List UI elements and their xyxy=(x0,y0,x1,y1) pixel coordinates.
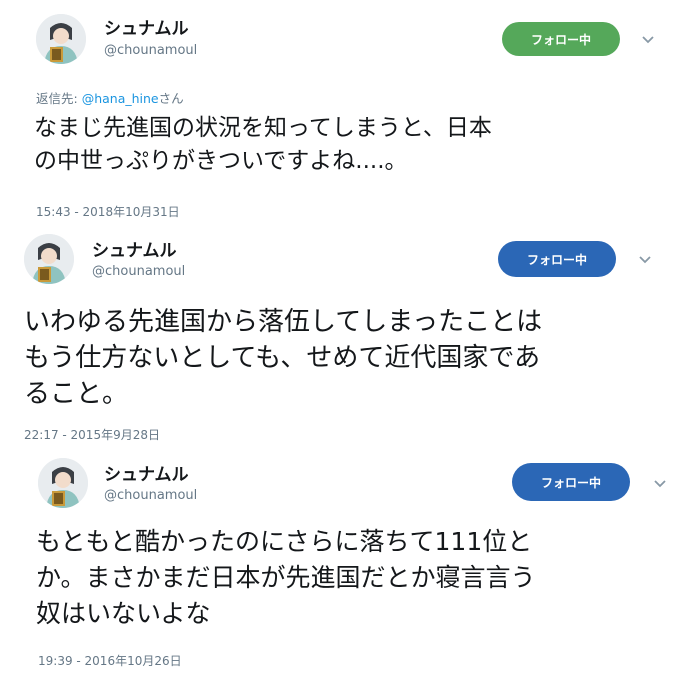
following-button[interactable]: フォロー中 xyxy=(502,22,620,56)
avatar-image xyxy=(38,458,88,508)
chevron-down-icon[interactable] xyxy=(652,475,668,491)
reply-to-suffix: さん xyxy=(158,91,184,106)
tweet-text: なまじ先進国の状況を知ってしまうと、日本 の中世っぷりがきついですよね....。 xyxy=(34,115,492,174)
tweet-2: シュナムル @chounamoul フォロー中 いわゆる先進国から落伍してしまっ… xyxy=(0,228,680,450)
tweet-timestamp[interactable]: 15:43 - 2018年10月31日 xyxy=(36,203,180,220)
avatar[interactable] xyxy=(36,14,86,64)
user-handle[interactable]: @chounamoul xyxy=(104,43,197,58)
avatar-image xyxy=(36,14,86,64)
tweet-timestamp[interactable]: 22:17 - 2015年9月28日 xyxy=(24,426,160,443)
tweet-timestamp[interactable]: 19:39 - 2016年10月26日 xyxy=(38,652,182,669)
avatar[interactable] xyxy=(38,458,88,508)
following-button[interactable]: フォロー中 xyxy=(512,463,630,501)
user-handle[interactable]: @chounamoul xyxy=(92,264,185,279)
avatar[interactable] xyxy=(24,234,74,284)
display-name[interactable]: シュナムル xyxy=(92,236,177,261)
following-button[interactable]: フォロー中 xyxy=(498,241,616,277)
user-handle[interactable]: @chounamoul xyxy=(104,488,197,503)
tweet-text: いわゆる先進国から落伍してしまったことは もう仕方ないとしても、せめて近代国家で… xyxy=(24,307,543,409)
avatar-image xyxy=(24,234,74,284)
reply-to: 返信先: @hana_hineさん xyxy=(36,88,184,107)
chevron-down-icon[interactable] xyxy=(637,251,653,267)
tweet-3: シュナムル @chounamoul フォロー中 もともと酷かったのにさらに落ちて… xyxy=(0,450,680,680)
chevron-down-icon[interactable] xyxy=(640,31,656,47)
reply-to-prefix: 返信先: xyxy=(36,91,82,106)
tweet-text: もともと酷かったのにさらに落ちて111位と か。まさかまだ日本が先進国だとか寝言… xyxy=(36,527,536,628)
reply-to-user-link[interactable]: @hana_hine xyxy=(82,91,159,106)
display-name[interactable]: シュナムル xyxy=(104,460,189,485)
tweet-1: シュナムル @chounamoul フォロー中 返信先: @hana_hineさ… xyxy=(0,0,680,228)
display-name[interactable]: シュナムル xyxy=(104,14,189,39)
